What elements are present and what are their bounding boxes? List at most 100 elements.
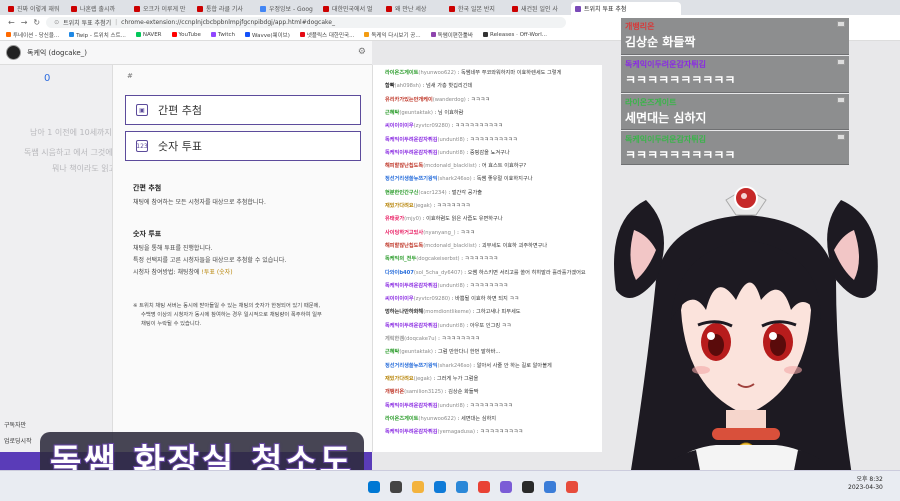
chat-username[interactable]: 라이온즈게이트 — [385, 416, 418, 422]
subscriber-only-label[interactable]: 구독자만 — [4, 420, 26, 429]
extension-icon: ⊙ — [54, 18, 60, 26]
chat-message: 라이온즈게이트(hyunwoo622) : 독쌤네쭈 쭈코와워하지마 이효하렌세… — [385, 69, 561, 78]
chat-username[interactable]: 다와이b407 — [385, 270, 414, 276]
chat-user-id: (nyanyang_) — [423, 229, 456, 236]
chat-message: 해피할잖난칩도독(mcdonald_blacklist) : 괴부세도 이효하 … — [385, 242, 547, 251]
bookmark-item[interactable]: 투네이션 - 당신을... — [6, 31, 59, 39]
bookmark-favicon-icon — [210, 32, 216, 37]
chat-message: 다와이b407(sol_5cha_dy6407) : 오쌤 하스키면 서리고를 … — [385, 269, 586, 278]
bookmark-item[interactable]: Wavve(웨이브) — [245, 31, 290, 39]
reload-icon[interactable]: ↻ — [33, 18, 40, 27]
bookmark-favicon-icon — [430, 32, 436, 37]
browser-tab[interactable]: 대한민국에서 멀 — [319, 2, 381, 15]
chat-username[interactable]: 유리카가있는안개케이 — [385, 97, 433, 103]
browser-tab[interactable]: 통합 라클 기사 — [193, 2, 255, 15]
number-vote-button[interactable]: 123 숫자 투표 — [125, 131, 361, 161]
chat-username[interactable]: 독케익이두려운감자튀김 — [385, 137, 438, 143]
bookmark-item[interactable]: Releases · Off-Worl... — [483, 32, 547, 38]
chat-username[interactable]: 라이온즈게이트 — [385, 70, 418, 76]
chat-username[interactable]: 재밌가다려요 — [385, 376, 414, 382]
easy-title: 간편 추첨 — [133, 184, 162, 192]
chat-username[interactable]: 정선거리생쓸뉴쯔기왕익 — [385, 363, 438, 369]
tab-label: 오크가 이루게 만 — [143, 6, 186, 13]
chat-text: ㅋㅋㅋㅋㅋㅋㅋㅋㅋㅋ — [455, 123, 503, 130]
windows-start-icon[interactable] — [368, 481, 380, 493]
obs-icon[interactable] — [522, 481, 534, 493]
chat-username[interactable]: 해피할잖난칩도독 — [385, 163, 423, 169]
store-icon[interactable] — [456, 481, 468, 493]
tab-favicon-icon — [8, 5, 14, 12]
clock-time: 오후 8:32 — [856, 476, 883, 483]
upload-start-label[interactable]: 업로딩시작 — [4, 436, 32, 445]
browser-tab[interactable]: 한국 일본 반지 — [445, 2, 507, 15]
chat-username[interactable]: 정선거리생쓸뉴쯔기왕익 — [385, 176, 438, 182]
chat-username[interactable]: 독케익이두려운감자튀김 — [385, 429, 438, 435]
chat-username[interactable]: 근혜탁 — [385, 349, 399, 355]
chat-user-id: (geuntaktak) — [399, 109, 433, 116]
chrome-icon[interactable] — [478, 481, 490, 493]
bookmark-label: 넷플릭스 대한민국... — [306, 32, 355, 39]
chat-text: ㅋㅋㅋㅋㅋㅋㅋㅋ — [469, 282, 509, 289]
chat-username[interactable]: 독케익이두려운감자튀김 — [385, 150, 438, 156]
bookmark-item[interactable]: 독케익 다시보기 공... — [364, 31, 421, 39]
number-description-3: 시청자 참여방법: 채팅창에 !투표 (숫자) — [133, 269, 233, 276]
app-icon[interactable] — [544, 481, 556, 493]
back-icon[interactable]: ← — [8, 18, 15, 27]
chat-username[interactable]: 재밌가다려요 — [385, 203, 414, 209]
edge-icon[interactable] — [434, 481, 446, 493]
taskbar-clock[interactable]: 오후 8:32 2023-04-30 — [848, 476, 883, 492]
bookmark-item[interactable]: Twitch — [210, 32, 235, 38]
browser-tab[interactable]: 오크가 이루게 만 — [130, 2, 192, 15]
chat-text: 그러게 누가 그럼을 — [436, 375, 479, 382]
bookmark-item[interactable]: NAVER — [135, 32, 162, 38]
browser-tab[interactable]: 진짜 이렇게 재워 — [4, 2, 66, 15]
chat-username[interactable]: 근혜탁 — [385, 110, 399, 116]
chat-message: 독케익의_전두(dogcakeiserbst) : ㅋㅋㅋㅋㅋㅋㅋ — [385, 255, 498, 264]
chat-text: 괴부세도 이효하 괴주하면구나 — [481, 242, 548, 249]
browser-tab[interactable]: 나혼렙 출시까 — [67, 2, 129, 15]
browser-tab[interactable]: 우정잉보 - Goog — [256, 2, 318, 15]
chat-username[interactable]: 게릭한겜 — [385, 336, 404, 342]
chat-username[interactable]: 씨이이이이우 — [385, 123, 414, 129]
chat-message: 유리카가있는안개케이(wanderdog) : ㅋㅋㅋㅋ — [385, 96, 490, 105]
bookmark-item[interactable]: 독쌤이편한툴바 — [430, 31, 473, 39]
forward-icon[interactable]: → — [21, 18, 28, 27]
browser-tab[interactable]: 왜 만난 세상 — [382, 2, 444, 15]
file-explorer-icon[interactable] — [412, 481, 424, 493]
chat-username[interactable]: 독케익이두려운감자튀김 — [385, 403, 438, 409]
overlay-message: 세면대는 심하지 — [625, 111, 707, 125]
chat-user-id: (geuntaktak) — [399, 349, 433, 356]
chat-user-id: (jegak) — [413, 203, 432, 209]
chat-username[interactable]: 해피할잖난칩도독 — [385, 243, 423, 249]
bookmark-label: Twip - 트위치 스트... — [76, 32, 126, 39]
url-field[interactable]: ⊙ 트위치 투표 추첨기 | chrome-extension://ccnpln… — [46, 16, 567, 28]
active-tab-label: 트위치 투표 추첨기 — [63, 19, 112, 27]
chat-username[interactable]: 멍하는나만하화해 — [385, 309, 423, 315]
easy-draw-button[interactable]: ▣ 간편 추첨 — [125, 95, 361, 125]
bookmark-item[interactable]: 넷플릭스 대한민국... — [299, 31, 355, 39]
chat-username[interactable]: 현분한인간구신 — [385, 190, 418, 196]
bookmark-item[interactable]: YouTube — [171, 32, 201, 38]
chat-username[interactable]: 씨이이이이우 — [385, 296, 414, 302]
chat-username[interactable]: 독케익이두려운감자튀김 — [385, 323, 438, 329]
chat-message: 근혜탁(geuntaktak) : 그럼 만한다니 한번 발하바... — [385, 348, 500, 357]
chat-username[interactable]: 함빡 — [385, 83, 395, 89]
chat-username[interactable]: 유태곶가 — [385, 216, 404, 222]
app-icon[interactable] — [500, 481, 512, 493]
gear-icon[interactable]: ⚙ — [358, 47, 366, 57]
search-icon[interactable] — [390, 481, 402, 493]
bookmark-item[interactable]: Twip - 트위치 스트... — [69, 31, 126, 39]
chat-username[interactable]: 개뱅리온 — [385, 389, 404, 395]
chat-username[interactable]: 독케익의_전두 — [385, 256, 416, 262]
chat-message: 씨이이이이우(zyvtcr09280) : 바쁨될 이효하 하면 되지 ㅋㅋ — [385, 295, 519, 304]
chat-username[interactable]: 독케익이두려운감자튀김 — [385, 283, 438, 289]
chat-username[interactable]: 사이딩하거고있사 — [385, 230, 423, 236]
tab-favicon-icon — [512, 5, 518, 12]
app-icon[interactable] — [566, 481, 578, 493]
easy-draw-label: 간편 추첨 — [158, 104, 202, 117]
browser-tab[interactable]: 새건된 일인 사 — [508, 2, 570, 15]
bookmark-label: Releases · Off-Worl... — [490, 31, 547, 38]
chat-message: 독케익이두려운감자튀김(unduntl8) : ㅋㅋㅋㅋㅋㅋㅋㅋㅋㅋ — [385, 136, 518, 145]
number-description-1: 채팅을 통해 투표를 진행합니다. — [133, 245, 213, 252]
overlay-message: ㅋㅋㅋㅋㅋㅋㅋㅋㅋㅋ — [625, 73, 736, 87]
